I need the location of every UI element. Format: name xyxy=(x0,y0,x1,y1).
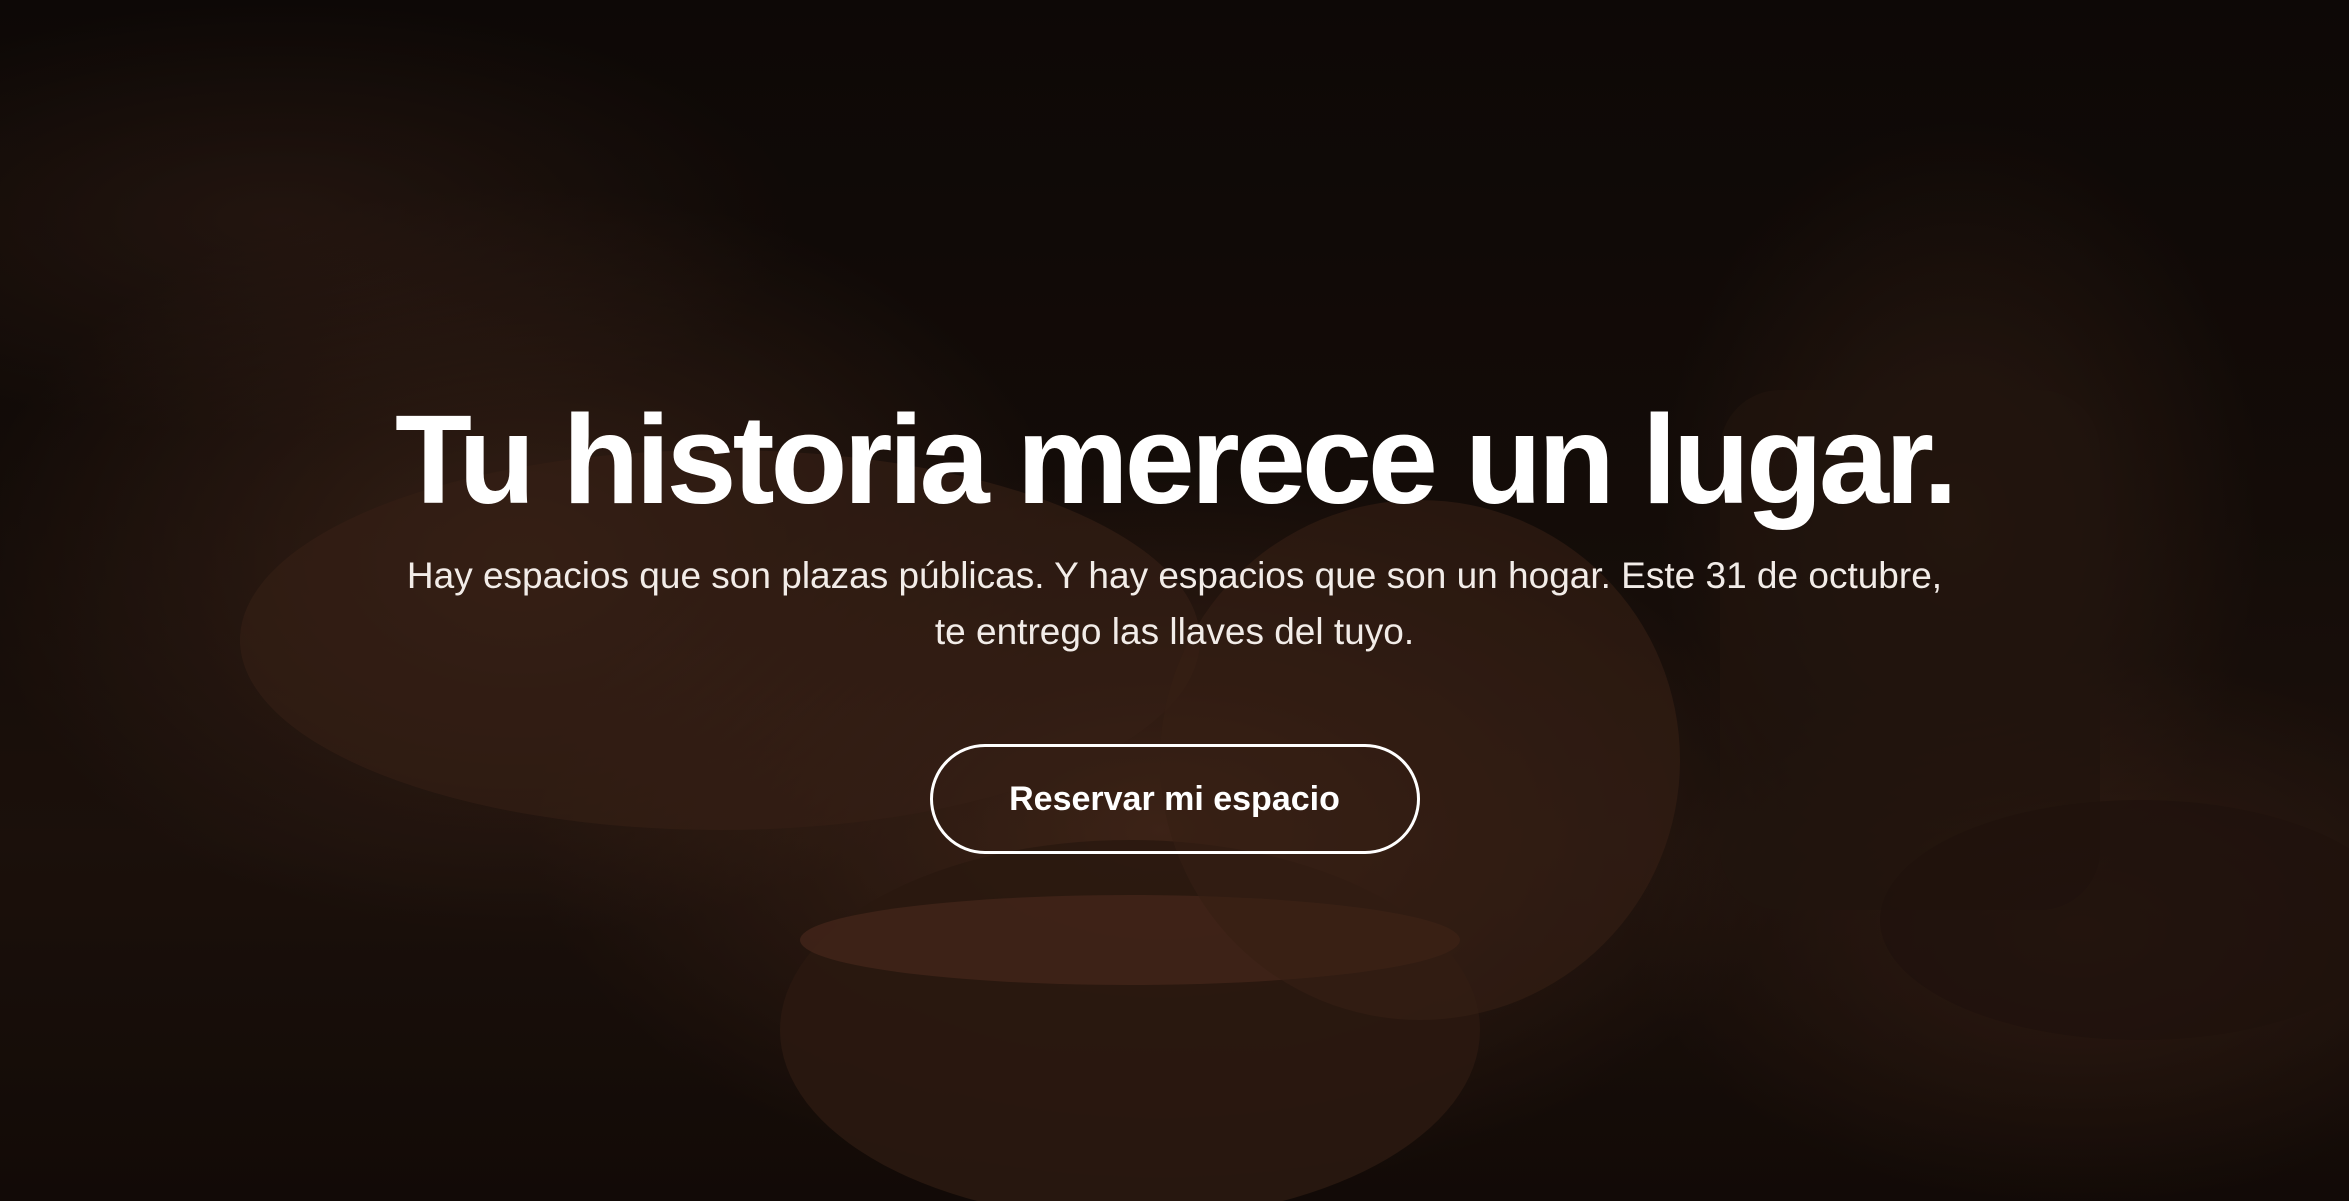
reserve-space-button[interactable]: Reservar mi espacio xyxy=(929,744,1420,854)
hero-content: Tu historia merece un lugar. Hay espacio… xyxy=(0,0,2349,1201)
hero-subtitle: Hay espacios que son plazas públicas. Y … xyxy=(406,555,1943,652)
hero-section: Tu historia merece un lugar. Hay espacio… xyxy=(0,0,2349,1201)
hero-title: Tu historia merece un lugar. xyxy=(394,389,1958,530)
